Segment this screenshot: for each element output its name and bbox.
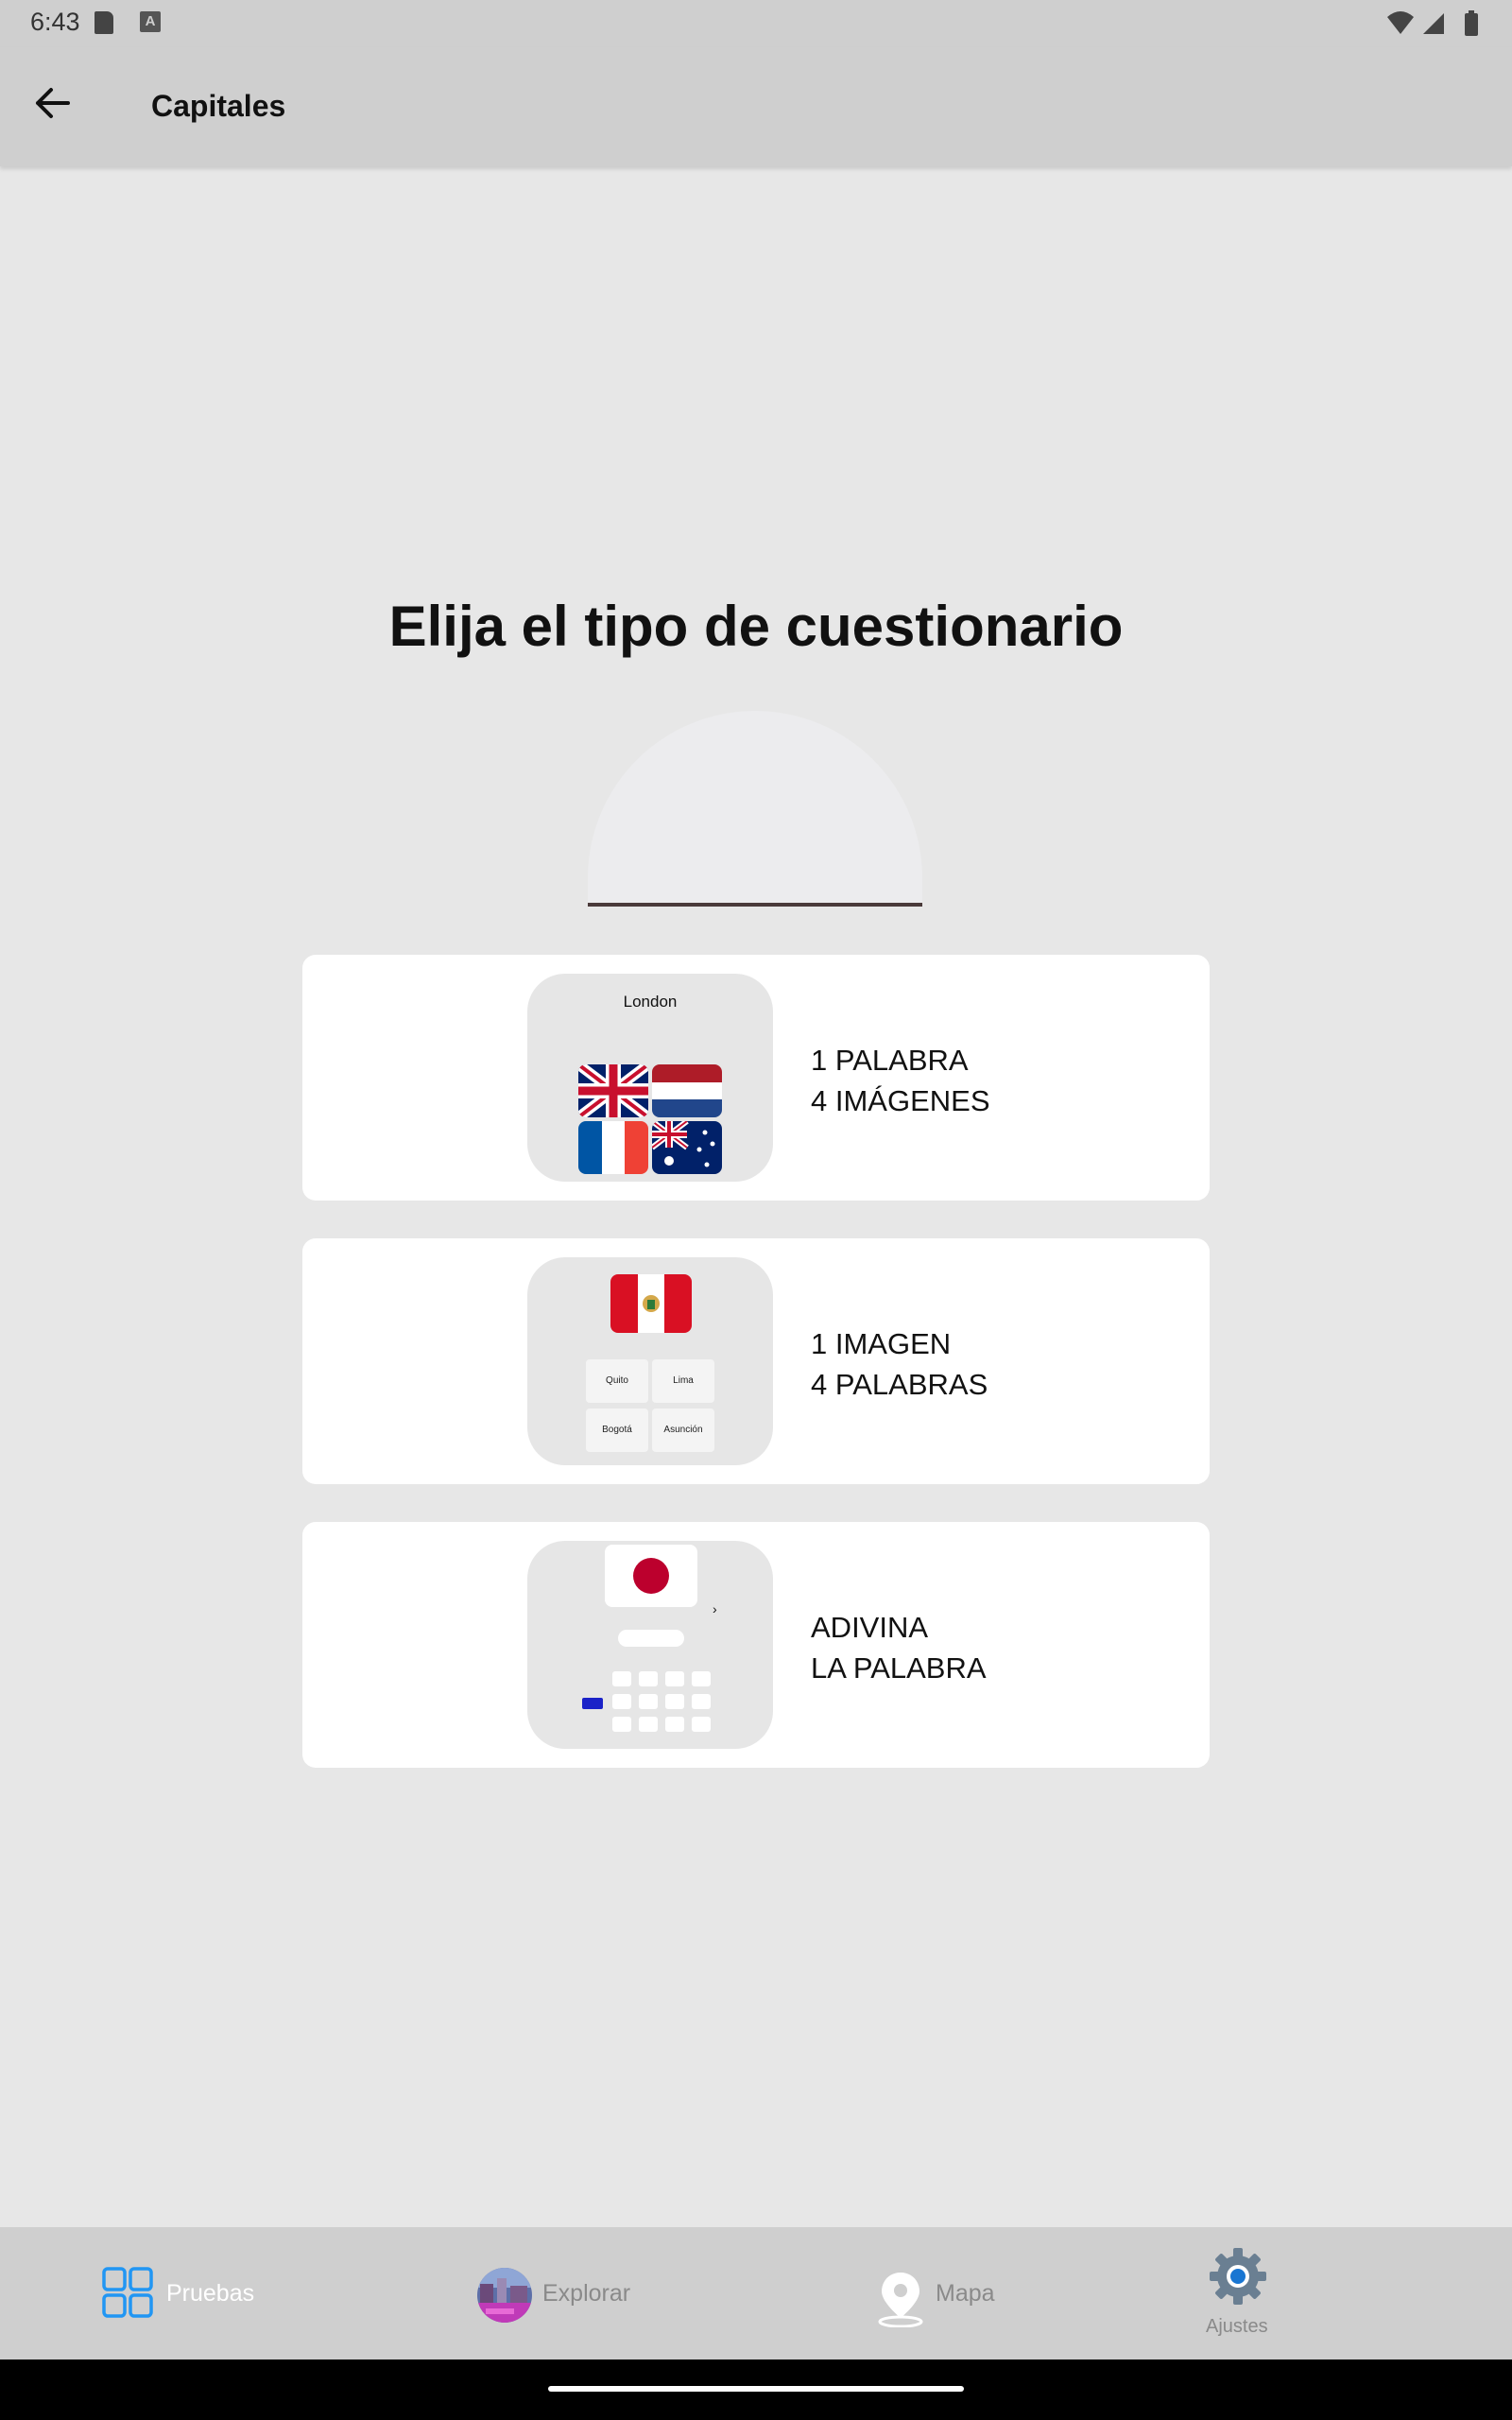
preview-key	[692, 1717, 711, 1732]
nav-item-pruebas[interactable]: Pruebas	[85, 2227, 293, 2360]
quiz-type-label: 1 IMAGEN 4 PALABRAS	[811, 1323, 988, 1405]
label-line-2: 4 IMÁGENES	[811, 1084, 990, 1117]
system-status-icons	[1387, 10, 1478, 36]
back-arrow-icon[interactable]	[32, 83, 72, 123]
nav-label: Mapa	[936, 2280, 995, 2307]
map-pin-icon	[878, 2273, 923, 2327]
bottom-navigation: Pruebas Explorar Mapa Ajustes	[0, 2227, 1512, 2360]
nav-label: Ajustes	[1206, 2316, 1268, 2337]
preview-key	[612, 1694, 631, 1709]
quiz-type-label: 1 PALABRA 4 IMÁGENES	[811, 1040, 990, 1121]
chevron-right-icon: ›	[713, 1601, 717, 1616]
status-bar: 6:43 A	[0, 0, 1512, 47]
grid-icon	[102, 2267, 153, 2318]
preview-city-word: London	[623, 993, 678, 1011]
decorative-arch	[588, 711, 922, 904]
flag-uk-icon	[578, 1064, 648, 1117]
label-line-1: 1 PALABRA	[811, 1044, 969, 1077]
preview-option: Lima	[652, 1359, 714, 1403]
home-gesture-handle[interactable]	[548, 2386, 964, 2392]
gesture-navigation-bar	[0, 2360, 1512, 2420]
quiz-type-card-guess-word[interactable]: › ADIVINA LA PALABRA	[302, 1522, 1210, 1768]
flag-peru-icon	[610, 1274, 692, 1333]
preview-key	[665, 1717, 684, 1732]
nav-label: Explorar	[542, 2280, 631, 2307]
preview-thumbnail: ›	[527, 1541, 773, 1749]
app-bar: Capitales	[0, 47, 1512, 166]
nav-item-explorar[interactable]: Explorar	[469, 2227, 677, 2360]
preview-accent-key	[582, 1698, 603, 1709]
preview-option: Bogotá	[586, 1409, 648, 1452]
preview-word-slots	[618, 1630, 684, 1647]
arch-underline	[588, 903, 922, 907]
preview-key	[692, 1671, 711, 1686]
quiz-type-card-word-images[interactable]: London 1 PALABRA 4 IMÁGENES	[302, 955, 1210, 1201]
quiz-type-label: ADIVINA LA PALABRA	[811, 1607, 987, 1688]
status-time: 6:43	[30, 8, 80, 36]
label-line-1: 1 IMAGEN	[811, 1327, 952, 1360]
sd-card-icon	[94, 11, 113, 34]
quiz-type-heading: Elija el tipo de cuestionario	[388, 595, 1124, 658]
preview-key	[639, 1694, 658, 1709]
preview-key	[665, 1694, 684, 1709]
preview-key	[612, 1717, 631, 1732]
signal-icon	[1423, 13, 1444, 34]
wifi-icon	[1387, 11, 1414, 34]
gear-icon	[1210, 2248, 1266, 2305]
preview-key	[639, 1717, 658, 1732]
preview-key	[639, 1671, 658, 1686]
page-title: Capitales	[151, 89, 286, 123]
label-line-2: 4 PALABRAS	[811, 1368, 988, 1401]
preview-key	[612, 1671, 631, 1686]
globe-photo-icon	[477, 2268, 532, 2323]
preview-option: Asunción	[652, 1409, 714, 1452]
nav-item-ajustes[interactable]: Ajustes	[1191, 2227, 1285, 2360]
preview-thumbnail: Quito Lima Bogotá Asunción	[527, 1257, 773, 1465]
flag-japan-icon	[605, 1545, 697, 1607]
preview-option: Quito	[586, 1359, 648, 1403]
flag-france-icon	[578, 1121, 648, 1174]
flag-australia-icon	[652, 1121, 722, 1174]
nav-label: Pruebas	[166, 2280, 255, 2307]
label-line-1: ADIVINA	[811, 1611, 929, 1644]
preview-thumbnail: London	[527, 974, 773, 1182]
keyboard-a-icon: A	[140, 11, 161, 32]
nav-item-mapa[interactable]: Mapa	[871, 2227, 1060, 2360]
preview-key	[665, 1671, 684, 1686]
quiz-type-card-image-words[interactable]: Quito Lima Bogotá Asunción 1 IMAGEN 4 PA…	[302, 1238, 1210, 1484]
flag-netherlands-icon	[652, 1064, 722, 1117]
battery-icon	[1465, 13, 1478, 36]
label-line-2: LA PALABRA	[811, 1651, 987, 1685]
preview-key	[692, 1694, 711, 1709]
